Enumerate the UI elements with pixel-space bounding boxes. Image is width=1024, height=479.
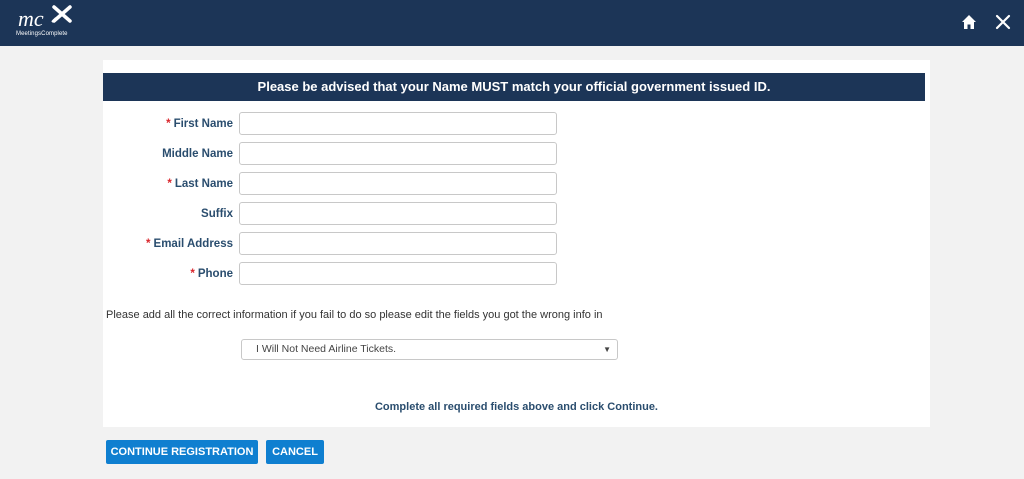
close-icon[interactable] (995, 14, 1011, 30)
first-name-label: * First Name (103, 118, 233, 130)
required-marker: * (190, 268, 195, 280)
phone-label: * Phone (103, 268, 233, 280)
middle-name-input[interactable] (239, 142, 557, 165)
suffix-label-text: Suffix (201, 208, 233, 220)
first-name-label-text: First Name (173, 118, 233, 130)
last-name-input[interactable] (239, 172, 557, 195)
meetingscomplete-logo[interactable]: mc MeetingsComplete (16, 4, 86, 42)
first-name-input[interactable] (239, 112, 557, 135)
email-address-label-text: Email Address (153, 238, 233, 250)
cancel-button[interactable]: CANCEL (266, 440, 324, 464)
airline-select-value: I Will Not Need Airline Tickets. (256, 343, 397, 355)
required-marker: * (166, 118, 171, 130)
logo-text: MeetingsComplete (16, 31, 68, 37)
middle-name-label: Middle Name (103, 148, 233, 160)
complete-instructions: Complete all required fields above and c… (374, 401, 658, 413)
phone-input[interactable] (239, 262, 557, 285)
required-marker: * (146, 238, 151, 250)
info-text: Please add all the correct information i… (106, 309, 603, 321)
required-marker: * (167, 178, 172, 190)
svg-text:mc: mc (18, 6, 44, 31)
middle-name-label-text: Middle Name (162, 148, 233, 160)
home-icon[interactable] (961, 14, 977, 30)
last-name-label-text: Last Name (174, 178, 233, 190)
email-address-label: * Email Address (103, 238, 233, 250)
registration-form-card: Please be advised that your Name MUST ma… (103, 60, 930, 427)
suffix-input[interactable] (239, 202, 557, 225)
continue-registration-button[interactable]: CONTINUE REGISTRATION (106, 440, 258, 464)
id-notice-banner: Please be advised that your Name MUST ma… (103, 73, 925, 101)
email-address-input[interactable] (239, 232, 557, 255)
phone-label-text: Phone (197, 268, 233, 280)
top-bar: mc MeetingsComplete (0, 0, 1024, 46)
suffix-label: Suffix (103, 208, 233, 220)
airline-tickets-select[interactable]: I Will Not Need Airline Tickets. ▼ (241, 339, 618, 360)
last-name-label: * Last Name (103, 178, 233, 190)
dropdown-arrow-icon: ▼ (603, 345, 611, 354)
